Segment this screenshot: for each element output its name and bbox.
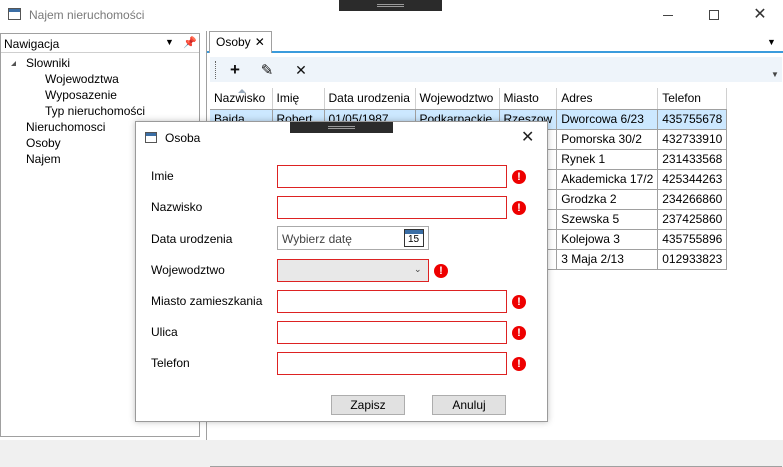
tree-item-wyposazenie[interactable]: Wyposazenie [45, 88, 117, 102]
save-button[interactable]: Zapisz [331, 395, 405, 415]
nazwisko-input[interactable] [277, 196, 507, 219]
column-header-imie[interactable]: Imię [272, 88, 325, 110]
calendar-icon[interactable]: 15 [404, 229, 424, 247]
label-imie: Imie [151, 169, 174, 183]
tree-item-nieruchomosci[interactable]: Nieruchomosci [26, 120, 105, 134]
imie-input[interactable] [277, 165, 507, 188]
error-icon: ! [512, 357, 526, 371]
error-icon: ! [512, 170, 526, 184]
tree-item-osoby[interactable]: Osoby [26, 136, 61, 150]
plus-icon: + [230, 60, 240, 79]
tab-strip: Osoby ✕ ▼ [207, 31, 783, 53]
table-cell[interactable]: Grodzka 2 [556, 189, 659, 210]
tree-item-najem[interactable]: Najem [26, 152, 61, 166]
dialog-close-icon[interactable]: ✕ [521, 127, 534, 147]
label-miasto: Miasto zamieszkania [151, 294, 263, 308]
expand-arrow-icon[interactable] [11, 61, 16, 66]
delete-icon: ✕ [295, 61, 307, 78]
tree-item-slowniki[interactable]: Slowniki [26, 56, 70, 70]
toolbar-grip [215, 61, 217, 79]
tab-close-icon[interactable]: ✕ [255, 35, 265, 50]
table-cell[interactable]: 435755678 [657, 109, 728, 130]
toolbar-overflow-icon[interactable]: ▼ [771, 70, 779, 79]
tab-overflow-icon[interactable]: ▼ [767, 37, 776, 47]
osoba-dialog: Osoba ✕ Imie ! Nazwisko ! Data urodzenia… [135, 121, 548, 422]
column-header-telefon[interactable]: Telefon [657, 88, 728, 110]
label-ulica: Ulica [151, 325, 178, 339]
label-telefon: Telefon [151, 356, 190, 370]
close-icon: ✕ [753, 6, 767, 23]
app-icon [8, 8, 21, 20]
error-icon: ! [512, 295, 526, 309]
grid-header-row: Nazwisko Imię Data urodzenia Wojewodztwo… [210, 88, 728, 110]
dialog-drag-grip[interactable] [290, 122, 393, 133]
table-cell[interactable]: 234266860 [657, 189, 728, 210]
chevron-down-icon: ⌄ [414, 264, 422, 274]
table-cell[interactable]: Szewska 5 [556, 209, 659, 230]
table-cell[interactable]: Dworcowa 6/23 [556, 109, 659, 130]
table-cell[interactable]: 231433568 [657, 149, 728, 170]
navigation-title: Nawigacja [4, 37, 60, 51]
table-cell[interactable]: 425344263 [657, 169, 728, 190]
table-cell[interactable]: 435755896 [657, 229, 728, 250]
title-bar: Najem nieruchomości ✕ [0, 0, 783, 30]
panel-dropdown-icon[interactable]: ▼ [165, 37, 174, 47]
pencil-icon: ✎ [260, 62, 274, 79]
minimize-icon [663, 14, 673, 16]
column-header-adres[interactable]: Adres [556, 88, 659, 110]
error-icon: ! [512, 326, 526, 340]
table-cell[interactable]: 012933823 [657, 249, 728, 270]
error-icon: ! [434, 264, 448, 278]
pin-icon[interactable]: 📌 [183, 36, 197, 49]
close-button[interactable]: ✕ [737, 0, 783, 30]
dialog-title: Osoba [165, 131, 201, 145]
tab-label: Osoby [216, 35, 251, 49]
maximize-button[interactable] [691, 0, 737, 30]
add-button[interactable]: + [224, 59, 246, 81]
table-cell[interactable]: Akademicka 17/2 [556, 169, 659, 190]
edit-button[interactable]: ✎ [256, 59, 278, 81]
telefon-input[interactable] [277, 352, 507, 375]
column-header-data-urodzenia[interactable]: Data urodzenia [324, 88, 416, 110]
label-nazwisko: Nazwisko [151, 200, 203, 214]
column-header-wojewodztwo[interactable]: Wojewodztwo [415, 88, 500, 110]
tree-item-wojewodztwa[interactable]: Wojewodztwa [45, 72, 119, 86]
label-data-urodzenia: Data urodzenia [151, 232, 233, 246]
column-header-nazwisko[interactable]: Nazwisko [210, 88, 273, 110]
table-cell[interactable]: 3 Maja 2/13 [556, 249, 659, 270]
cancel-button[interactable]: Anuluj [432, 395, 506, 415]
drag-grip[interactable] [339, 0, 442, 11]
wojewodztwo-select[interactable]: ⌄ [277, 259, 429, 282]
delete-button[interactable]: ✕ [290, 59, 312, 81]
label-wojewodztwo: Wojewodztwo [151, 263, 225, 277]
calendar-day: 15 [408, 234, 420, 245]
tab-osoby[interactable]: Osoby ✕ [209, 31, 272, 53]
table-cell[interactable]: Pomorska 30/2 [556, 129, 659, 150]
miasto-input[interactable] [277, 290, 507, 313]
navigation-header: Nawigacja ▼ 📌 [1, 34, 199, 53]
window-title: Najem nieruchomości [29, 8, 145, 22]
main-window: Najem nieruchomości ✕ Nawigacja ▼ 📌 Slow… [0, 0, 783, 467]
table-cell[interactable]: Kolejowa 3 [556, 229, 659, 250]
error-icon: ! [512, 201, 526, 215]
maximize-icon [709, 10, 719, 20]
toolbar: + ✎ ✕ ▼ [210, 57, 782, 82]
dialog-icon [145, 132, 157, 143]
ulica-input[interactable] [277, 321, 507, 344]
date-placeholder: Wybierz datę [282, 232, 352, 246]
birthdate-picker[interactable]: Wybierz datę 15 [277, 226, 429, 250]
column-header-miasto[interactable]: Miasto [499, 88, 558, 110]
table-cell[interactable]: Rynek 1 [556, 149, 659, 170]
table-cell[interactable]: 432733910 [657, 129, 728, 150]
tree-item-typ-nieruchomosci[interactable]: Typ nieruchomości [45, 104, 145, 118]
table-cell[interactable]: 237425860 [657, 209, 728, 230]
minimize-button[interactable] [645, 0, 691, 30]
